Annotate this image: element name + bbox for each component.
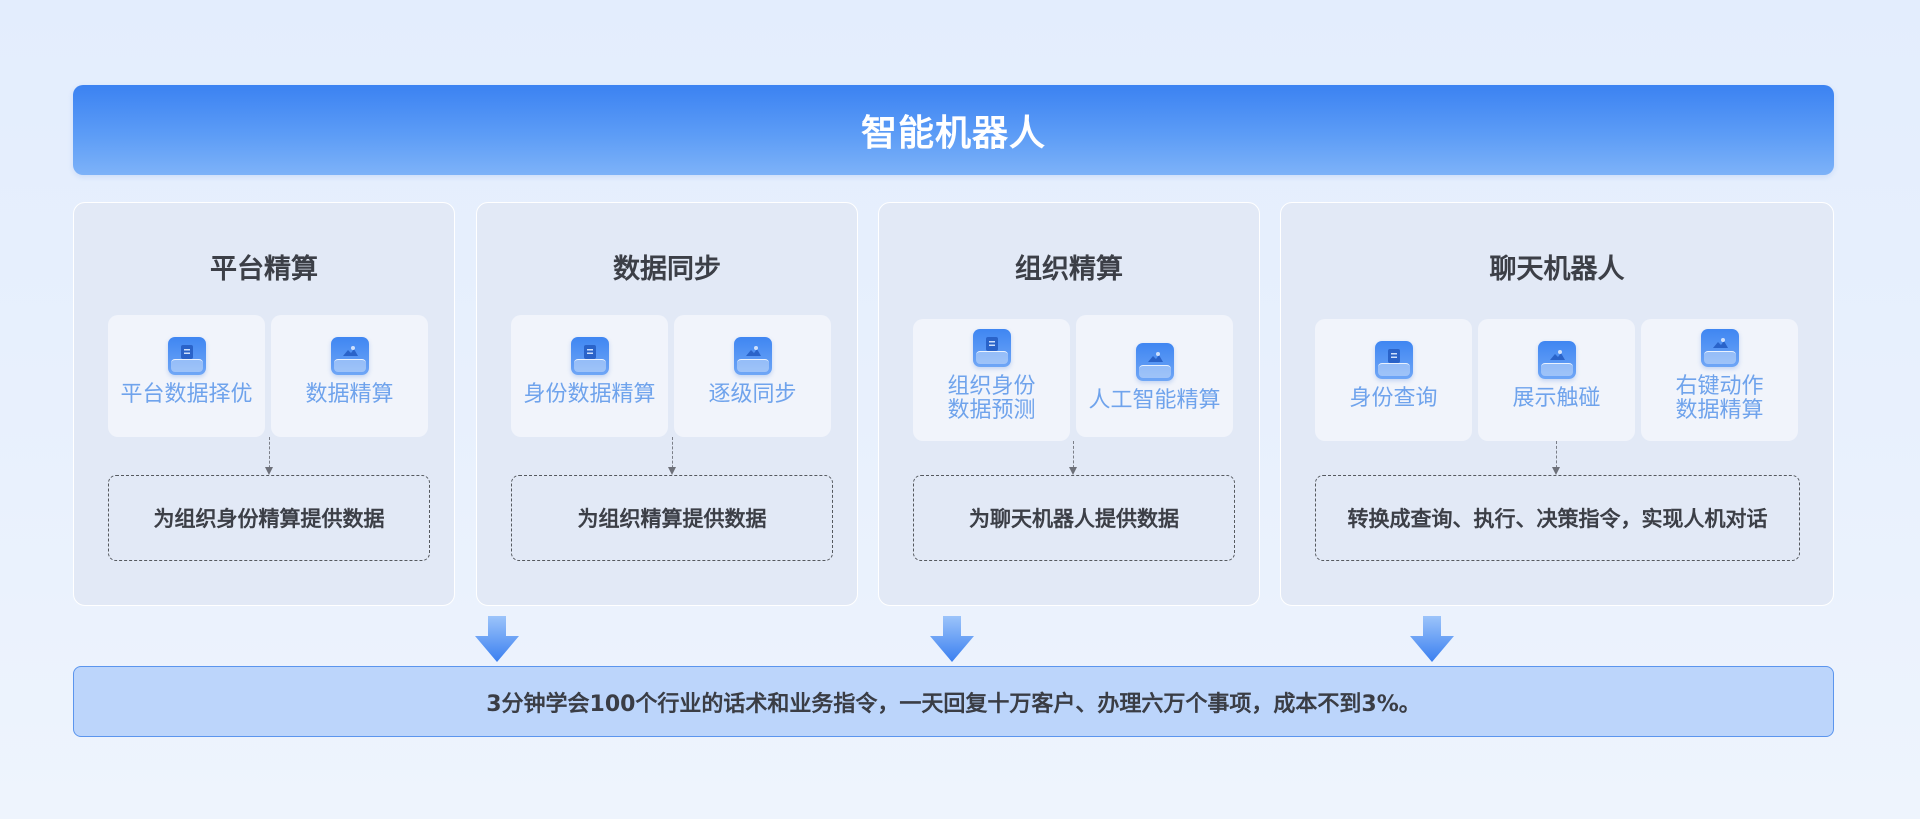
cloud-icon	[1537, 341, 1576, 379]
card-label: 数据精算	[305, 382, 394, 407]
panel-title: 平台精算	[210, 254, 318, 285]
panel-title: 数据同步	[613, 254, 721, 285]
panel-chatbot: 聊天机器人 身份查询 展示触碰 右键动作 数据精算 转换成查询、执行、决策指令，…	[1280, 202, 1834, 606]
panel-title: 组织精算	[1015, 254, 1123, 285]
card-label-line: 右键动作	[1675, 374, 1764, 399]
panel-title: 聊天机器人	[1489, 254, 1625, 285]
cloud-icon	[1700, 329, 1739, 367]
title-banner: 智能机器人	[73, 85, 1834, 175]
card-label: 展示触碰	[1512, 386, 1601, 411]
panel-data-sync: 数据同步 身份数据精算 逐级同步 为组织精算提供数据	[476, 202, 858, 606]
connector-arrow	[1069, 441, 1077, 475]
card-label: 人工智能精算	[1088, 388, 1221, 413]
cloud-icon	[330, 337, 369, 375]
result-box: 为组织精算提供数据	[511, 475, 833, 561]
card-item: 组织身份 数据预测	[913, 319, 1070, 441]
card-label: 逐级同步	[708, 382, 797, 407]
card-item: 展示触碰	[1478, 319, 1635, 441]
cloud-icon	[1135, 343, 1174, 381]
document-icon	[570, 337, 609, 375]
document-icon	[972, 329, 1011, 367]
card-label: 身份数据精算	[523, 382, 656, 407]
card-item: 身份查询	[1315, 319, 1472, 441]
connector-arrow	[265, 437, 273, 475]
down-arrow-icon	[930, 616, 974, 662]
cloud-icon	[733, 337, 772, 375]
card-item: 人工智能精算	[1076, 315, 1233, 437]
document-icon	[167, 337, 206, 375]
card-label-line: 组织身份	[947, 374, 1036, 399]
card-item: 身份数据精算	[511, 315, 668, 437]
card-label: 身份查询	[1349, 386, 1438, 411]
connector-arrow	[668, 437, 676, 475]
card-label: 平台数据择优	[120, 382, 253, 407]
page-title: 智能机器人	[860, 113, 1046, 154]
result-box: 为组织身份精算提供数据	[108, 475, 430, 561]
card-item: 右键动作 数据精算	[1641, 319, 1798, 441]
card-item: 数据精算	[271, 315, 428, 437]
card-label-line: 数据精算	[1675, 398, 1764, 423]
card-item: 逐级同步	[674, 315, 831, 437]
card-label: 右键动作 数据精算	[1675, 375, 1763, 423]
down-arrow-icon	[1410, 616, 1454, 662]
card-item: 平台数据择优	[108, 315, 265, 437]
panel-org-calc: 组织精算 组织身份 数据预测 人工智能精算 为聊天机器人提供数据	[878, 202, 1260, 606]
card-label: 组织身份 数据预测	[947, 375, 1035, 423]
panel-platform-calc: 平台精算 平台数据择优 数据精算 为组织身份精算提供数据	[73, 202, 455, 606]
down-arrow-icon	[475, 616, 519, 662]
card-label-line: 数据预测	[947, 398, 1036, 423]
connector-arrow	[1552, 441, 1560, 475]
summary-bar: 3分钟学会100个行业的话术和业务指令，一天回复十万客户、办理六万个事项，成本不…	[73, 666, 1834, 737]
document-icon	[1374, 341, 1413, 379]
result-box: 转换成查询、执行、决策指令，实现人机对话	[1315, 475, 1800, 561]
result-box: 为聊天机器人提供数据	[913, 475, 1235, 561]
